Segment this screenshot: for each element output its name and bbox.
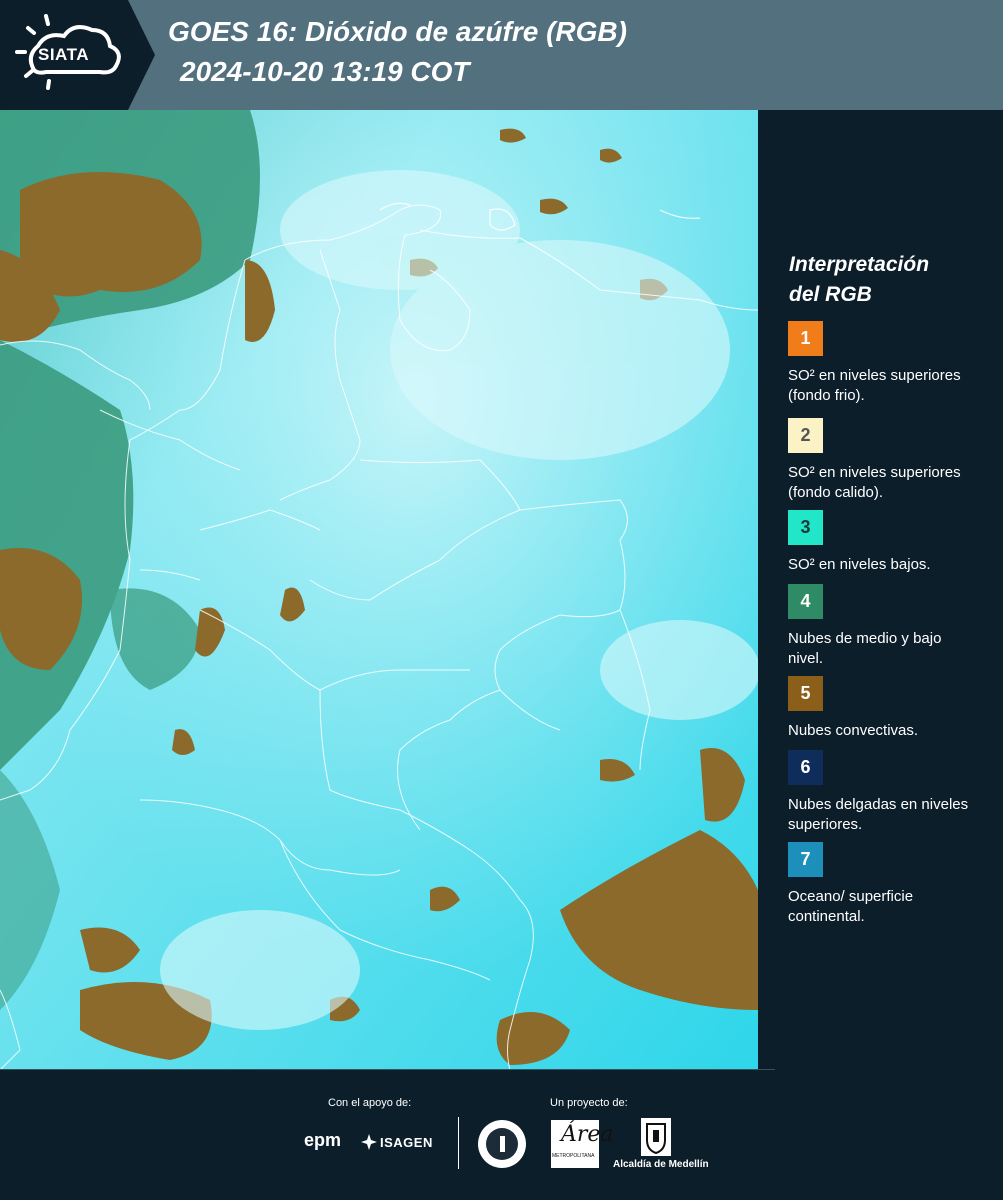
- legend-swatch: 7: [788, 842, 823, 877]
- siata-logo: SIATA: [0, 0, 155, 110]
- legend-title-line1: Interpretación: [789, 253, 930, 276]
- area-metropolitana-logo-text: Área: [561, 1122, 614, 1147]
- epm-logo: epm: [304, 1130, 342, 1150]
- alcaldia-shield-icon: [641, 1118, 671, 1156]
- legend-label: SO² en niveles bajos.: [788, 556, 931, 573]
- page-footer: Con el apoyo de: Un proyecto de: epm ISA…: [0, 1069, 1003, 1200]
- alcaldia-logo-label: Alcaldía de Medellín: [613, 1159, 709, 1170]
- legend-label: SO² en niveles superiores (fondo calido)…: [788, 464, 961, 501]
- legend-swatch: 5: [788, 676, 823, 711]
- legend-label: Nubes de medio y bajo nivel.: [788, 630, 942, 667]
- seal-core: [500, 1136, 505, 1152]
- satellite-map-drawing: [0, 110, 758, 1070]
- legend-title: Interpretación del RGB: [789, 250, 989, 310]
- legend-swatch: 6: [788, 750, 823, 785]
- legend-item-4: 4 Nubes de medio y bajo nivel.: [788, 584, 988, 669]
- legend-item-5: 5 Nubes convectivas.: [788, 676, 988, 741]
- area-metropolitana-logo: Área METROPOLITANA: [551, 1120, 614, 1168]
- page-header: SIATA GOES 16: Dióxido de azúfre (RGB) 2…: [0, 0, 1003, 110]
- legend-item-1: 1 SO² en niveles superiores (fondo frio)…: [788, 321, 988, 406]
- legend-item-3: 3 SO² en niveles bajos.: [788, 510, 988, 575]
- medellin-seal-logo: [478, 1120, 526, 1168]
- legend-title-line2: del RGB: [789, 283, 872, 306]
- legend-item-2: 2 SO² en niveles superiores (fondo calid…: [788, 418, 988, 503]
- page-timestamp: 2024-10-20 13:19 COT: [180, 56, 470, 87]
- footer-divider-line: [0, 1069, 775, 1070]
- legend-label: SO² en niveles superiores (fondo frio).: [788, 367, 961, 404]
- seal-inner: [486, 1128, 518, 1160]
- area-metropolitana-logo-subtext: METROPOLITANA: [552, 1153, 595, 1159]
- isagen-logo: ISAGEN: [380, 1135, 433, 1150]
- legend-swatch: 4: [788, 584, 823, 619]
- legend-panel: Interpretación del RGB 1 SO² en niveles …: [760, 110, 1003, 1070]
- legend-item-7: 7 Oceano/ superficie continental.: [788, 842, 988, 927]
- project-label: Un proyecto de:: [550, 1097, 628, 1109]
- page-title: GOES 16: Dióxido de azúfre (RGB): [168, 16, 627, 47]
- isagen-logo-icon: [361, 1134, 377, 1150]
- siata-logo-label: SIATA: [38, 45, 89, 64]
- legend-label: Oceano/ superficie continental.: [788, 888, 914, 925]
- satellite-map-image: [0, 110, 758, 1070]
- legend-item-6: 6 Nubes delgadas en niveles superiores.: [788, 750, 988, 835]
- logo-divider: [458, 1117, 459, 1169]
- legend-label: Nubes delgadas en niveles superiores.: [788, 796, 969, 833]
- legend-swatch: 1: [788, 321, 823, 356]
- legend-label: Nubes convectivas.: [788, 722, 919, 739]
- support-label: Con el apoyo de:: [328, 1097, 412, 1109]
- legend-swatch: 3: [788, 510, 823, 545]
- legend-swatch: 2: [788, 418, 823, 453]
